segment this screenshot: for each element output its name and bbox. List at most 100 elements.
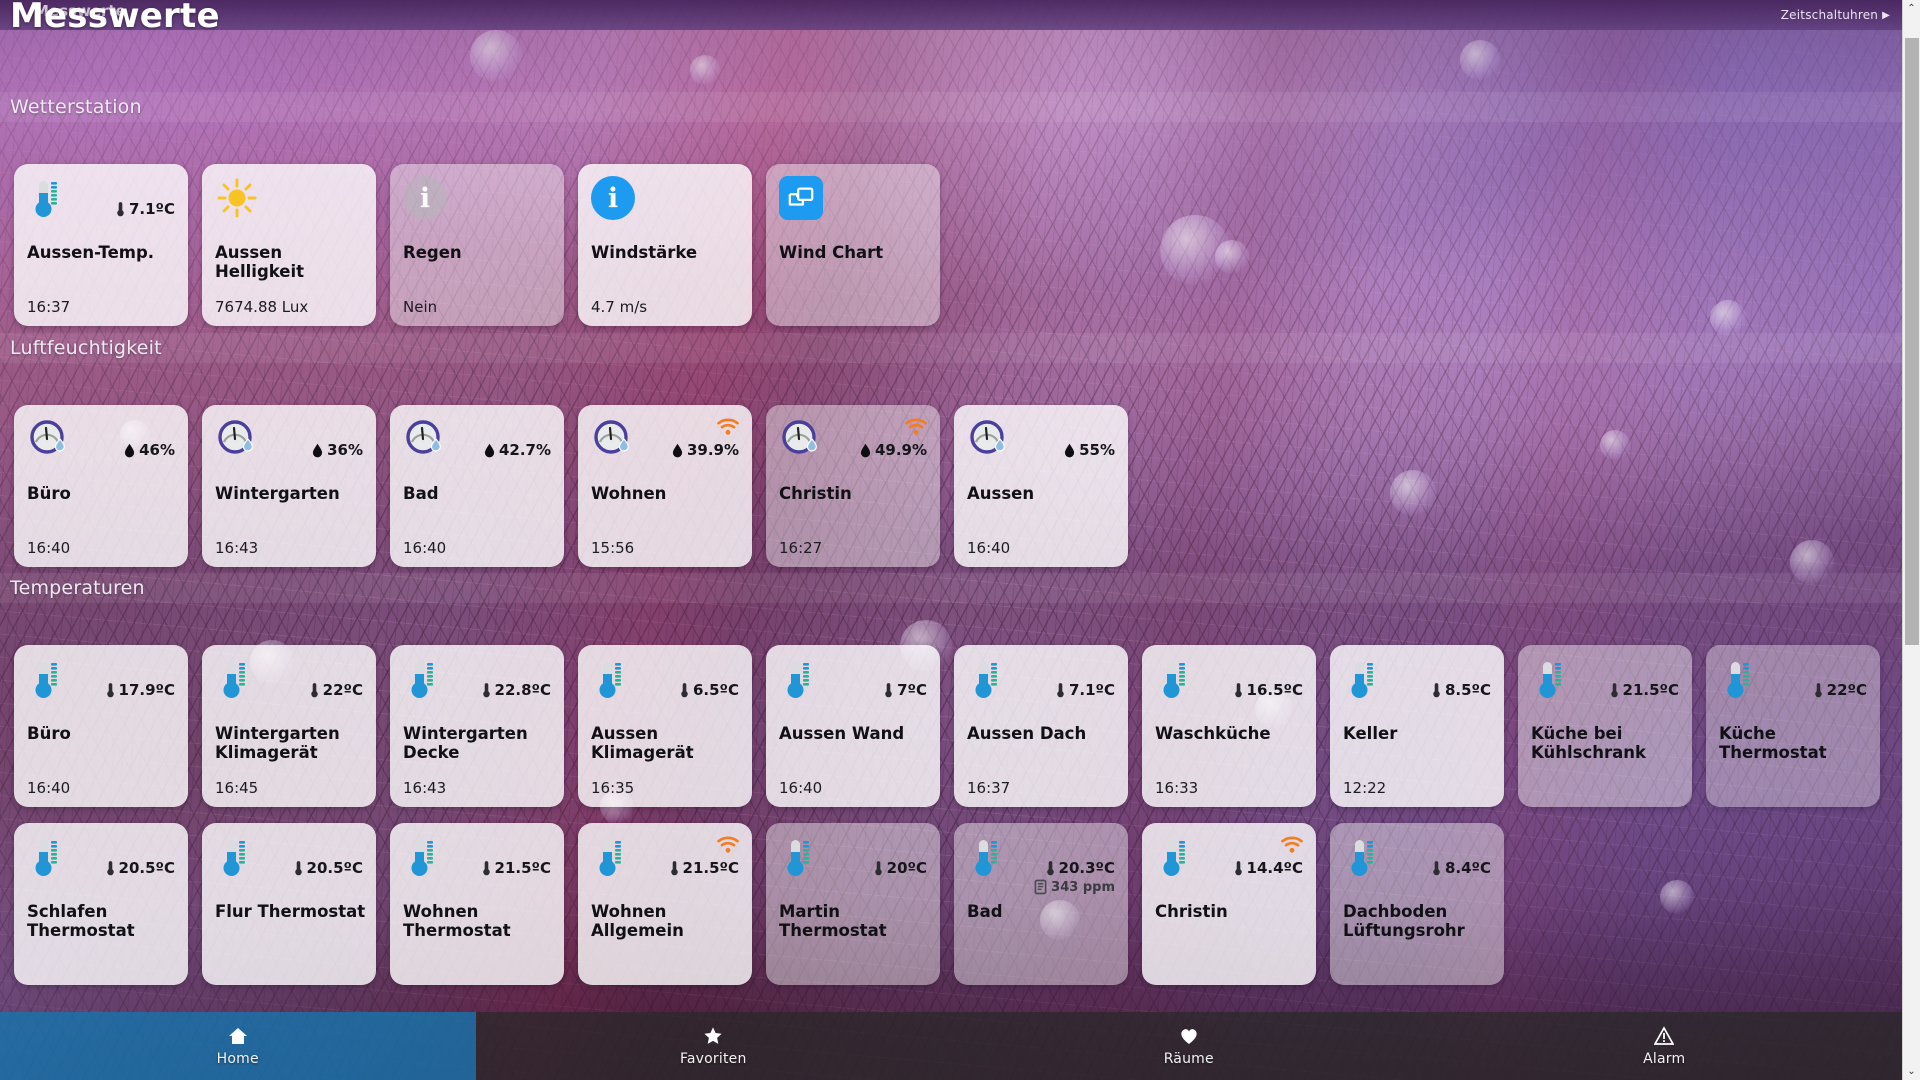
sensor-card[interactable]: 20.5ºC Flur Thermostat	[202, 823, 376, 985]
humidity-gauge-icon	[594, 420, 629, 454]
section-luftfeuchtigkeit: Luftfeuchtigkeit 46% Büro 16:40 36% Wint…	[0, 333, 1902, 567]
content-scroll-area[interactable]: Wetterstation 7.1ºC Aussen-Temp. 16:37 A…	[0, 30, 1902, 1080]
card-metric-value: 49.9%	[874, 441, 927, 459]
thermometer-icon	[223, 840, 245, 876]
sensor-card[interactable]: 20ºC Martin Thermostat	[766, 823, 940, 985]
sensor-card[interactable]: 20.3ºC 343 ppm Bad	[954, 823, 1128, 985]
timers-link[interactable]: Zeitschaltuhren ▶	[1781, 8, 1890, 22]
card-top: 7.1ºC	[27, 176, 175, 236]
card-name: Wintergarten Klimagerät	[215, 724, 340, 762]
card-top: 6.5ºC	[591, 657, 739, 717]
sensor-card[interactable]: i Windstärke 4.7 m/s	[578, 164, 752, 326]
card-meta: 6.5ºC	[680, 681, 739, 699]
card-metric-value: 17.9ºC	[118, 681, 175, 699]
card-meta: 46%	[124, 441, 175, 459]
water-drop-icon	[125, 443, 135, 457]
thermometer-icon	[787, 662, 809, 698]
nav-item-label: Favoriten	[679, 1050, 747, 1067]
warning-icon	[1654, 1025, 1675, 1046]
card-metric: 36%	[312, 441, 363, 459]
card-metric: 49.9%	[860, 441, 927, 459]
card-name: Aussen Wand	[779, 724, 905, 743]
section-more: 20.5ºC Schlafen Thermostat 20.5ºC Flur T…	[0, 777, 1902, 985]
card-metric: 20ºC	[874, 859, 927, 877]
card-metric: 46%	[124, 441, 175, 459]
humidity-gauge-icon	[406, 420, 441, 454]
card-top: 17.9ºC	[27, 657, 175, 717]
nav-item-rume[interactable]: Räume	[951, 1012, 1427, 1080]
card-name: Aussen Klimagerät	[591, 724, 694, 762]
sensor-card[interactable]: 55% Aussen 16:40	[954, 405, 1128, 567]
sensor-card[interactable]: 39.9% Wohnen 15:56	[578, 405, 752, 567]
card-top: 20.5ºC	[27, 835, 175, 895]
sensor-card[interactable]: 7.1ºC Aussen-Temp. 16:37	[14, 164, 188, 326]
sensor-card[interactable]: Wind Chart	[766, 164, 940, 326]
card-icon	[967, 657, 1011, 701]
sensor-card[interactable]: 36% Wintergarten 16:43	[202, 405, 376, 567]
card-top	[779, 176, 927, 236]
card-metric: 7ºC	[884, 681, 927, 699]
card-icon	[591, 835, 635, 879]
sensor-card[interactable]: 8.4ºC Dachboden Lüftungsrohr	[1330, 823, 1504, 985]
card-name: Wohnen	[591, 484, 667, 503]
card-metric-value: 6.5ºC	[692, 681, 739, 699]
card-metric: 39.9%	[672, 441, 739, 459]
sensor-card[interactable]: 20.5ºC Schlafen Thermostat	[14, 823, 188, 985]
sensor-card[interactable]: 46% Büro 16:40	[14, 405, 188, 567]
card-name: Martin Thermostat	[779, 902, 887, 940]
card-top: 21.5ºC	[1531, 657, 1679, 717]
card-metric: 7.1ºC	[1056, 681, 1115, 699]
card-metric: 7.1ºC	[116, 200, 175, 218]
scroll-down-arrow-icon[interactable]: ⌄	[1903, 1063, 1920, 1080]
wifi-badge	[716, 417, 740, 436]
thermometer-icon	[1433, 683, 1440, 698]
card-icon	[215, 176, 259, 220]
thermometer-icon	[1351, 840, 1373, 876]
co2-sensor-icon	[1034, 879, 1047, 895]
sensor-card[interactable]: 14.4ºC Christin	[1142, 823, 1316, 985]
sensor-card[interactable]: Aussen Helligkeit 7674.88 Lux	[202, 164, 376, 326]
card-name: Dachboden Lüftungsrohr	[1343, 902, 1465, 940]
wifi-icon	[1281, 836, 1303, 853]
card-metric: 6.5ºC	[680, 681, 739, 699]
card-meta: 20.3ºC 343 ppm	[1034, 859, 1115, 895]
sensor-card[interactable]: i Regen Nein	[390, 164, 564, 326]
card-timestamp: 16:40	[27, 539, 71, 557]
card-name: Aussen Helligkeit	[215, 243, 305, 281]
card-icon	[779, 657, 823, 701]
thermometer-icon	[411, 840, 433, 876]
card-icon	[1343, 657, 1387, 701]
sensor-card[interactable]: 21.5ºC Wohnen Allgemein	[578, 823, 752, 985]
vertical-scrollbar[interactable]: ⌃ ⌄	[1902, 0, 1920, 1080]
card-top: 22ºC	[1719, 657, 1867, 717]
card-icon	[967, 417, 1011, 461]
heart-icon	[1181, 1028, 1197, 1044]
thermometer-icon	[106, 683, 114, 698]
card-icon	[403, 657, 447, 701]
card-top: 22.8ºC	[403, 657, 551, 717]
card-meta: 7.1ºC	[1056, 681, 1115, 699]
wifi-icon	[717, 836, 739, 853]
home-icon	[228, 1027, 247, 1044]
wifi-icon	[905, 418, 927, 435]
scrollbar-thumb[interactable]	[1905, 37, 1919, 645]
scroll-up-arrow-icon[interactable]: ⌃	[1903, 0, 1920, 17]
card-row: 20.5ºC Schlafen Thermostat 20.5ºC Flur T…	[0, 823, 1902, 985]
top-bar: Zeitschaltuhren ▶	[0, 0, 1920, 30]
card-icon	[27, 176, 71, 220]
sensor-card[interactable]: 49.9% Christin 16:27	[766, 405, 940, 567]
card-metric: 17.9ºC	[106, 681, 175, 699]
thermometer-icon	[1234, 861, 1242, 876]
thermometer-icon	[885, 683, 892, 698]
nav-item-alarm[interactable]: Alarm	[1426, 1012, 1902, 1080]
scrollbar-track[interactable]	[1903, 17, 1920, 1063]
sensor-card[interactable]: 42.7% Bad 16:40	[390, 405, 564, 567]
card-top	[215, 176, 363, 236]
card-metric: 8.4ºC	[1432, 859, 1491, 877]
nav-item-home[interactable]: Home	[0, 1012, 476, 1080]
nav-item-favoriten[interactable]: Favoriten	[475, 1012, 951, 1080]
card-meta: 7.1ºC	[116, 200, 175, 218]
sensor-card[interactable]: 21.5ºC Wohnen Thermostat	[390, 823, 564, 985]
card-meta: 39.9%	[672, 441, 739, 459]
card-meta: 7ºC	[884, 681, 927, 699]
